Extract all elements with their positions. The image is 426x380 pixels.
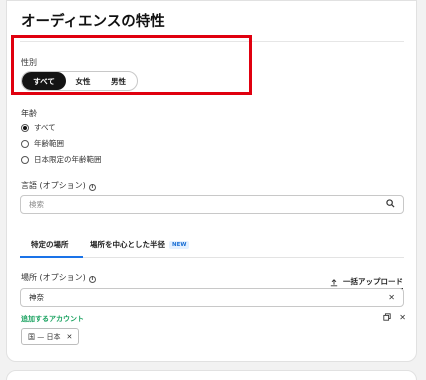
- search-icon[interactable]: [386, 199, 395, 210]
- gender-option-male[interactable]: 男性: [100, 72, 137, 90]
- close-icon[interactable]: ✕: [399, 313, 406, 323]
- gender-label: 性別: [21, 58, 37, 67]
- info-icon[interactable]: i: [88, 276, 96, 283]
- copy-icon[interactable]: [383, 313, 391, 323]
- tab-radius[interactable]: 場所を中心とした半径 NEW: [90, 239, 190, 250]
- age-option-all[interactable]: すべて: [21, 122, 56, 133]
- tab-radius-label: 場所を中心とした半径: [90, 240, 165, 249]
- radio-icon[interactable]: [21, 139, 29, 148]
- chip-label: 国 — 日本: [28, 332, 61, 341]
- added-actions: ✕: [383, 313, 406, 323]
- next-card: [6, 370, 417, 380]
- info-icon[interactable]: i: [88, 184, 96, 191]
- language-label-row: 言語 (オプション) i: [21, 180, 96, 191]
- panel-title: オーディエンスの特性: [21, 14, 165, 30]
- location-label: 場所 (オプション): [21, 273, 86, 282]
- divider: [20, 41, 404, 42]
- age-option-label: 年齢範囲: [34, 139, 64, 148]
- radio-icon[interactable]: [21, 155, 29, 164]
- gender-segmented-control: すべて 女性 男性: [21, 71, 138, 91]
- clear-icon[interactable]: ✕: [388, 293, 395, 302]
- location-tabs: 特定の場所 場所を中心とした半径 NEW: [20, 233, 404, 258]
- chip-remove-icon[interactable]: ✕: [66, 333, 72, 341]
- new-badge: NEW: [169, 241, 190, 249]
- language-search-input[interactable]: 検索: [20, 195, 404, 214]
- location-input-value: 神奈: [29, 293, 44, 302]
- upload-icon: [330, 278, 338, 286]
- age-label: 年齢: [21, 109, 37, 118]
- location-chip: 国 — 日本 ✕: [21, 328, 80, 345]
- age-option-label: すべて: [34, 123, 56, 132]
- language-search-placeholder: 検索: [29, 200, 44, 209]
- tab-specific-location[interactable]: 特定の場所: [31, 239, 69, 250]
- location-label-row: 場所 (オプション) i: [21, 272, 96, 283]
- gender-option-female[interactable]: 女性: [66, 72, 100, 90]
- gender-option-all[interactable]: すべて: [22, 72, 66, 90]
- radio-selected-icon[interactable]: [21, 123, 29, 132]
- location-input[interactable]: 神奈 ✕: [20, 288, 404, 307]
- age-option-japan-range[interactable]: 日本限定の年齢範囲: [21, 154, 102, 165]
- age-option-label: 日本限定の年齢範囲: [34, 155, 102, 164]
- added-accounts-label: 追加するアカウント: [21, 315, 84, 323]
- age-option-range[interactable]: 年齢範囲: [21, 138, 64, 149]
- language-label: 言語 (オプション): [21, 181, 86, 190]
- active-tab-indicator: [20, 256, 83, 258]
